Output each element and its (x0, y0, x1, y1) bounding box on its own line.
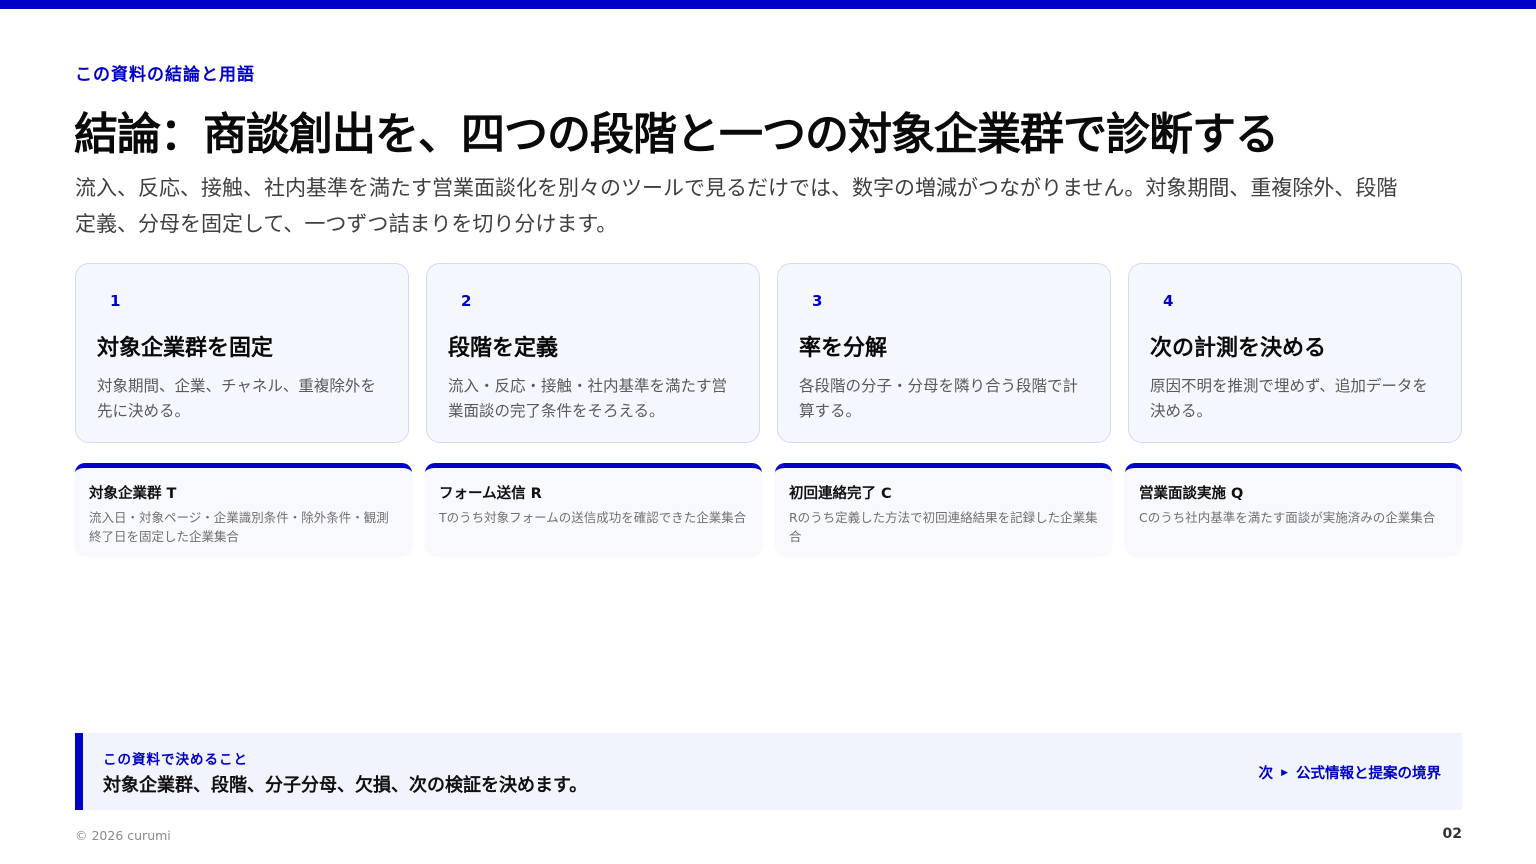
page-number: 02 (1442, 826, 1462, 842)
next-section-link[interactable]: 次 ▶ 公式情報と提案の境界 (1259, 762, 1441, 783)
term-name: フォーム送信 R (439, 486, 542, 502)
step-number: 1 (110, 292, 121, 310)
step-number: 4 (1163, 292, 1174, 310)
step-title: 対象企業群を固定 (97, 336, 274, 361)
step-title: 率を分解 (799, 336, 888, 361)
footer-copyright: © 2026 curumi (75, 828, 171, 843)
triangle-right-icon: ▶ (1281, 767, 1288, 778)
term-name: 初回連絡完了 C (789, 486, 892, 502)
top-accent-bar (0, 0, 1536, 9)
term-definition: Cのうち社内基準を満たす面談が実施済みの企業集合 (1139, 510, 1436, 525)
step-title: 次の計測を決める (1150, 336, 1327, 361)
term-cards: 対象企業群 T 流入日・対象ページ・企業識別条件・除外条件・観測終了日を固定した… (75, 463, 1462, 555)
step-card-3: 3 率を分解 各段階の分子・分母を隣り合う段階で計算する。 (777, 263, 1111, 443)
term-card-r: フォーム送信 R Tのうち対象フォームの送信成功を確認できた企業集合 (425, 463, 762, 555)
step-card-1: 1 対象企業群を固定 対象期間、企業、チャネル、重複除外を先に決める。 (75, 263, 409, 443)
next-label: 公式情報と提案の境界 (1296, 766, 1441, 782)
term-name: 営業面談実施 Q (1139, 486, 1244, 502)
step-number: 3 (812, 292, 823, 310)
step-description: 各段階の分子・分母を隣り合う段階で計算する。 (799, 377, 1079, 420)
step-description: 対象期間、企業、チャネル、重複除外を先に決める。 (97, 377, 376, 420)
section-eyebrow: この資料の結論と用語 (75, 65, 255, 85)
step-cards: 1 対象企業群を固定 対象期間、企業、チャネル、重複除外を先に決める。 2 段階… (75, 263, 1462, 443)
summary-callout: この資料で決めること 対象企業群、段階、分子分母、欠損、次の検証を決めます。 次… (75, 733, 1462, 810)
term-definition: Tのうち対象フォームの送信成功を確認できた企業集合 (439, 510, 747, 525)
summary-label: この資料で決めること (103, 752, 248, 768)
step-description: 原因不明を推測で埋めず、追加データを決める。 (1150, 377, 1428, 420)
summary-text: 対象企業群、段階、分子分母、欠損、次の検証を決めます。 (103, 775, 588, 796)
term-definition: Rのうち定義した方法で初回連絡結果を記録した企業集合 (789, 510, 1098, 544)
page-title: 結論：商談創出を、四つの段階と一つの対象企業群で診断する (74, 109, 1279, 160)
term-card-c: 初回連絡完了 C Rのうち定義した方法で初回連絡結果を記録した企業集合 (775, 463, 1112, 555)
step-card-4: 4 次の計測を決める 原因不明を推測で埋めず、追加データを決める。 (1128, 263, 1462, 443)
term-card-q: 営業面談実施 Q Cのうち社内基準を満たす面談が実施済みの企業集合 (1125, 463, 1462, 555)
lead-paragraph: 流入、反応、接触、社内基準を満たす営業面談化を別々のツールで見るだけでは、数字の… (75, 176, 1398, 236)
step-title: 段階を定義 (448, 336, 559, 361)
term-name: 対象企業群 T (89, 486, 177, 502)
step-description: 流入・反応・接触・社内基準を満たす営業面談の完了条件をそろえる。 (448, 377, 728, 420)
term-definition: 流入日・対象ページ・企業識別条件・除外条件・観測終了日を固定した企業集合 (89, 510, 389, 544)
step-number: 2 (461, 292, 472, 310)
next-prefix: 次 (1258, 766, 1274, 782)
term-card-t: 対象企業群 T 流入日・対象ページ・企業識別条件・除外条件・観測終了日を固定した… (75, 463, 412, 555)
step-card-2: 2 段階を定義 流入・反応・接触・社内基準を満たす営業面談の完了条件をそろえる。 (426, 263, 760, 443)
